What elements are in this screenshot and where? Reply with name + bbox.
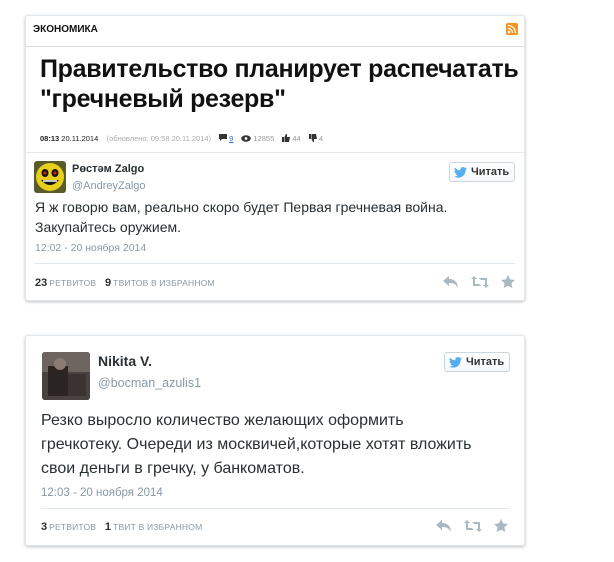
news-header: ЭКОНОМИКА: [26, 16, 524, 47]
tweet-actions: [443, 275, 515, 288]
follow-button[interactable]: Читать: [444, 352, 510, 372]
favorite-count[interactable]: 1: [105, 521, 111, 533]
reply-icon[interactable]: [443, 275, 459, 288]
tweet-text: Я ж говорю вам, реально скоро будет Перв…: [35, 199, 448, 235]
news-date: 20.11.2014: [61, 134, 99, 143]
news-headline[interactable]: Правительство планирует распечатать "гре…: [40, 54, 520, 114]
user-handle[interactable]: @AndreyZalgo: [72, 180, 146, 192]
thumbs-down-icon[interactable]: [308, 134, 317, 144]
follow-button[interactable]: Читать: [449, 162, 515, 182]
divider: [35, 263, 515, 264]
retweet-icon[interactable]: [471, 275, 489, 288]
tweet-timestamp[interactable]: 12:03 - 20 ноября 2014: [41, 487, 163, 499]
retweet-count[interactable]: 23: [35, 277, 47, 289]
user-name[interactable]: Рөстәм Zalgo: [72, 163, 144, 175]
tweet-stats: 23 ретвитов 9 твитов в избранном: [35, 277, 221, 289]
tweet-actions: [436, 519, 508, 532]
eye-icon: [241, 134, 252, 144]
twitter-bird-icon: [454, 166, 467, 178]
favorite-label: твит в избранном: [113, 522, 203, 532]
news-time: 08:13: [40, 134, 60, 143]
retweet-label: ретвитов: [49, 278, 97, 288]
avatar[interactable]: [34, 161, 66, 193]
follow-label: Читать: [471, 166, 510, 178]
rss-icon[interactable]: [506, 23, 518, 35]
reply-icon[interactable]: [436, 519, 452, 532]
comment-icon: [219, 134, 228, 144]
favorite-icon[interactable]: [494, 519, 508, 532]
tweet-text: Резко выросло количество желающих оформи…: [41, 412, 472, 477]
dislikes-count: 4: [318, 134, 323, 143]
likes-count: 44: [292, 134, 301, 143]
favorite-count[interactable]: 9: [105, 277, 111, 289]
news-tweet-card: ЭКОНОМИКА Правительство планирует распеч…: [25, 15, 525, 301]
embedded-tweet: Рөстәм Zalgo @AndreyZalgo Читать Я ж гов…: [26, 152, 524, 300]
retweet-icon[interactable]: [464, 519, 482, 532]
thumbs-up-icon[interactable]: [282, 134, 291, 144]
favorite-icon[interactable]: [501, 275, 515, 288]
tweet-timestamp[interactable]: 12:02 - 20 ноября 2014: [35, 242, 146, 254]
section-label[interactable]: ЭКОНОМИКА: [33, 24, 98, 35]
tweet-stats: 3 ретвитов 1 твит в избранном: [41, 521, 208, 533]
user-name[interactable]: Nikita V.: [98, 353, 152, 369]
twitter-bird-icon: [449, 356, 462, 368]
news-meta: 08:13 20.11.2014 (обновлено: 09:58 20.11…: [40, 134, 323, 144]
tweet-card: Nikita V. @bocman_azulis1 Читать Резко в…: [25, 335, 525, 546]
favorite-label: твитов в избранном: [113, 278, 215, 288]
divider: [41, 508, 509, 509]
comments-count[interactable]: 9: [229, 134, 233, 143]
user-handle[interactable]: @bocman_azulis1: [98, 376, 201, 390]
news-updated: (обновлено: 09:58 20.11.2014): [106, 134, 212, 143]
retweet-label: ретвитов: [49, 522, 97, 532]
retweet-count[interactable]: 3: [41, 521, 47, 533]
avatar[interactable]: [42, 352, 90, 400]
follow-label: Читать: [466, 356, 505, 368]
views-count: 12855: [253, 134, 275, 143]
